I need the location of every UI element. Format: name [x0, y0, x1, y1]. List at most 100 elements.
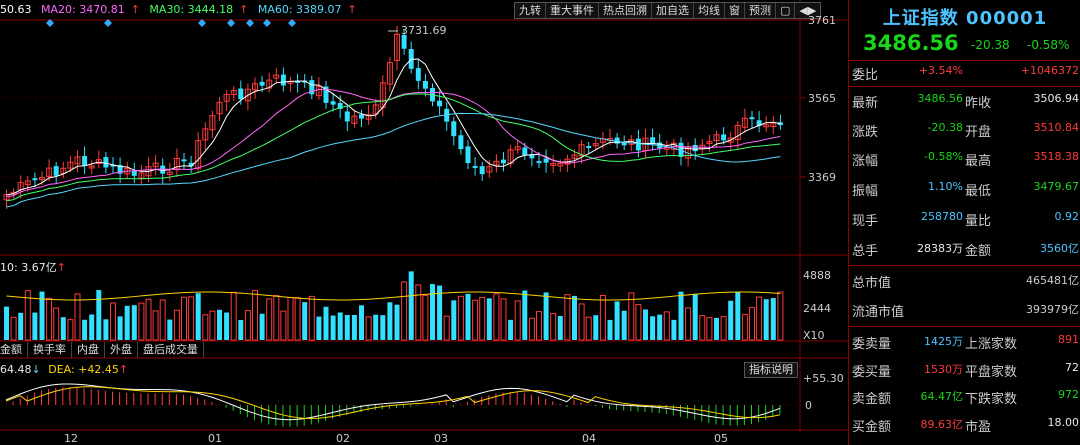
candle-body — [280, 74, 286, 86]
volume-bar — [167, 319, 173, 340]
volume-bar — [443, 315, 450, 341]
volume-bar — [238, 319, 244, 340]
volume-bar — [266, 298, 273, 341]
volume-bar — [430, 284, 435, 340]
volume-bar — [188, 296, 195, 341]
toolbar-hotspot-review-button[interactable]: 热点回溯 — [599, 3, 652, 18]
quote-label: 金额 — [965, 244, 992, 259]
toolbar-nine-turn-button[interactable]: 九转 — [515, 3, 546, 18]
high-annotation: 3731.69 — [401, 24, 447, 37]
tab-turnover[interactable]: 换手率 — [28, 342, 72, 358]
ma60-line — [6, 112, 781, 208]
volume-ma-value: 10: 3.67亿 — [0, 261, 57, 274]
volume-bar — [706, 317, 713, 341]
volume-bar — [46, 297, 53, 341]
tab-outer-volume[interactable]: 外盘 — [105, 342, 138, 358]
volume-bar — [10, 316, 17, 341]
volume-bar — [323, 306, 329, 340]
quote-value: 72 — [1065, 361, 1079, 374]
toolbar-major-events-button[interactable]: 重大事件 — [546, 3, 599, 18]
volume-bar — [294, 297, 301, 341]
volume-bar — [749, 307, 755, 341]
macd-dif-value: 64.48 — [0, 363, 32, 376]
volume-bar — [217, 309, 222, 340]
volume-legend: 10: 3.67亿↑ — [0, 259, 66, 275]
month-label-04: 04 — [582, 432, 596, 445]
candle-body — [259, 81, 265, 86]
volume-bar — [756, 296, 763, 341]
quote-value: 89.63亿 — [920, 418, 964, 431]
ma60-value: MA60: 3389.07 — [257, 3, 342, 16]
quote-label: 开盘 — [965, 125, 992, 140]
quote-row: 最新 3486.56 昨收 3506.94 — [849, 92, 1080, 116]
volume-bar — [493, 293, 500, 341]
ma20-line — [6, 88, 781, 198]
quote-value: 18.00 — [1047, 416, 1080, 429]
quote-label: 市盈 — [965, 420, 992, 435]
volume-bar — [422, 295, 429, 341]
candle-body — [692, 145, 698, 152]
quote-value: 3486.56 — [917, 92, 964, 105]
volume-bar — [543, 292, 549, 340]
volume-bar — [522, 290, 528, 340]
volume-bar — [643, 309, 648, 340]
square-icon[interactable]: ▢ — [776, 3, 796, 18]
toolbar-moving-average-button[interactable]: 均线 — [694, 3, 725, 18]
candle-body — [238, 88, 244, 100]
volume-bar — [692, 293, 698, 340]
volume-bar — [308, 295, 315, 341]
volume-bar — [557, 315, 563, 340]
volume-bar — [671, 319, 677, 340]
quote-label: 委卖量 — [852, 337, 892, 352]
month-label-12: 12 — [64, 432, 78, 445]
volume-bar — [401, 281, 408, 341]
month-label-02: 02 — [336, 432, 350, 445]
toolbar-window-button[interactable]: 窗 — [725, 3, 745, 18]
volume-bar — [224, 312, 230, 340]
ma-legend: 50.63 MA20: 3470.81 ↑ MA30: 3444.18 ↑ MA60… — [0, 3, 363, 17]
volume-bar — [720, 316, 727, 341]
quote-label: 昨收 — [965, 96, 992, 111]
quote-label: 下跌家数 — [965, 392, 1018, 407]
indicator-explain-button[interactable]: 指标说明 — [744, 362, 798, 378]
candle-body — [458, 135, 464, 150]
candle-body — [451, 121, 457, 137]
volume-bar — [408, 271, 414, 340]
volume-bar — [486, 298, 492, 340]
volume-bar — [330, 315, 336, 340]
volume-bar — [117, 316, 123, 340]
quote-value: 393979亿 — [1026, 303, 1079, 316]
volume-bar — [316, 316, 322, 340]
candle-body — [330, 101, 336, 105]
quote-label: 最新 — [852, 96, 879, 111]
volume-bar — [67, 319, 74, 341]
ma5-line — [6, 58, 781, 196]
candle-body — [749, 117, 755, 120]
volume-bar — [18, 312, 24, 340]
candle-body — [501, 159, 506, 164]
candle-body — [536, 161, 542, 164]
candle-body — [437, 100, 443, 107]
price-axis-top: 3761 — [808, 14, 836, 27]
tab-inner-volume[interactable]: 内盘 — [72, 342, 105, 358]
toolbar-forecast-button[interactable]: 预测 — [745, 3, 776, 18]
toolbar-add-watchlist-button[interactable]: 加自选 — [652, 3, 694, 18]
kline-chart-area[interactable]: 50.63 MA20: 3470.81 ↑ MA30: 3444.18 ↑ MA60… — [0, 0, 848, 445]
tab-amount[interactable]: 金额 — [0, 342, 28, 358]
divider — [849, 86, 1080, 87]
volume-bar — [457, 295, 464, 341]
volume-bar — [195, 293, 201, 340]
quote-label: 总手 — [852, 244, 879, 259]
candle-body — [131, 170, 137, 176]
quote-value: 1530万 — [924, 363, 963, 376]
tab-after-hours-volume[interactable]: 盘后成交量 — [138, 342, 204, 358]
index-change: -20.38 — [971, 38, 1010, 52]
candle-body — [32, 178, 38, 181]
dea-up-arrow-icon: ↑ — [118, 363, 129, 376]
volume-bar — [536, 311, 542, 341]
volume-bar — [82, 319, 88, 340]
quote-value: -0.58% — [924, 150, 963, 163]
quote-label: 最低 — [965, 184, 992, 199]
chart-toolbar: 九转 重大事件 热点回溯 加自选 均线 窗 预测 ▢ ◀▶ — [514, 2, 822, 19]
kline-chart-canvas[interactable] — [0, 0, 848, 445]
